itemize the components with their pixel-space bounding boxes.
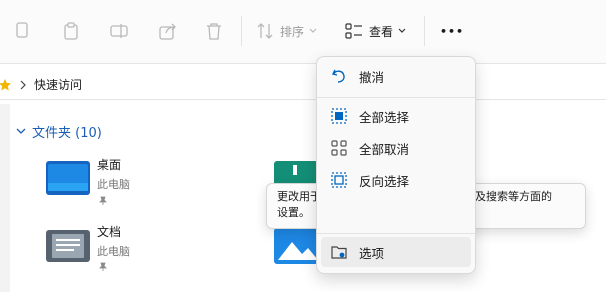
- select-all-icon: [329, 106, 349, 126]
- trash-icon: [207, 23, 221, 40]
- chevron-down-icon: [398, 28, 406, 33]
- toolbar-divider: [0, 63, 606, 64]
- view-icon: [345, 23, 362, 39]
- copy-icon: [16, 22, 28, 38]
- pin-icon: [99, 196, 107, 205]
- menu-item-label: 全部取消: [359, 141, 410, 157]
- desktop-folder-icon[interactable]: [46, 161, 90, 195]
- menu-item-select-none[interactable]: 全部取消: [321, 133, 471, 163]
- address-divider: [0, 99, 606, 100]
- pictures-folder-icon[interactable]: [274, 228, 322, 264]
- paste-icon: [64, 22, 78, 40]
- menu-separator: [317, 233, 475, 234]
- menu-item-select-all[interactable]: 全部选择: [321, 101, 471, 131]
- share-button[interactable]: [159, 18, 177, 44]
- rename-icon: [110, 24, 128, 38]
- sort-button[interactable]: 排序: [256, 18, 318, 44]
- menu-item-options[interactable]: 选项: [321, 237, 471, 267]
- view-label: 查看: [369, 24, 394, 39]
- menu-item-undo[interactable]: 撤消: [321, 61, 471, 91]
- pin-icon: [99, 262, 107, 271]
- item-name-desktop[interactable]: 桌面: [97, 156, 121, 173]
- item-location-documents: 此电脑: [97, 245, 130, 258]
- paste-button[interactable]: [63, 18, 79, 44]
- rename-button[interactable]: [110, 18, 128, 44]
- undo-icon: [329, 66, 349, 86]
- navigation-pane-edge: [0, 104, 10, 292]
- chevron-down-icon[interactable]: [15, 127, 27, 137]
- group-header[interactable]: 文件夹 (10): [32, 122, 102, 141]
- menu-item-label: 撤消: [359, 69, 385, 85]
- folder-options-icon: [329, 242, 349, 262]
- toolbar-separator: [241, 16, 242, 46]
- breadcrumb-quick-access[interactable]: 快速访问: [34, 76, 82, 93]
- menu-item-label: 选项: [359, 245, 385, 261]
- chevron-right-icon: [20, 80, 26, 90]
- select-none-icon: [329, 138, 349, 158]
- sort-icon: [257, 23, 273, 39]
- copy-button[interactable]: [14, 18, 30, 44]
- see-more-menu: 撤消 全部选择 全部取消 反向选择 选项: [316, 56, 476, 274]
- menu-item-invert-selection[interactable]: 反向选择: [321, 165, 471, 195]
- invert-selection-icon: [329, 170, 349, 190]
- address-bar[interactable]: 快速访问: [0, 70, 606, 98]
- menu-separator: [317, 97, 475, 98]
- item-name-documents[interactable]: 文档: [97, 223, 121, 240]
- chevron-down-icon: [309, 28, 317, 33]
- command-bar: 排序 查看 •••: [0, 0, 606, 63]
- menu-item-label: 全部选择: [359, 109, 410, 125]
- star-icon: [0, 79, 11, 91]
- documents-folder-icon[interactable]: [46, 228, 90, 262]
- more-icon: •••: [440, 24, 465, 38]
- menu-item-label: 反向选择: [359, 173, 410, 189]
- more-options-button[interactable]: •••: [440, 18, 464, 44]
- item-location-desktop: 此电脑: [97, 178, 130, 191]
- sort-label: 排序: [280, 24, 305, 39]
- view-button[interactable]: 查看: [345, 18, 407, 44]
- share-icon: [159, 23, 176, 40]
- delete-button[interactable]: [206, 18, 222, 44]
- toolbar-separator: [424, 16, 425, 46]
